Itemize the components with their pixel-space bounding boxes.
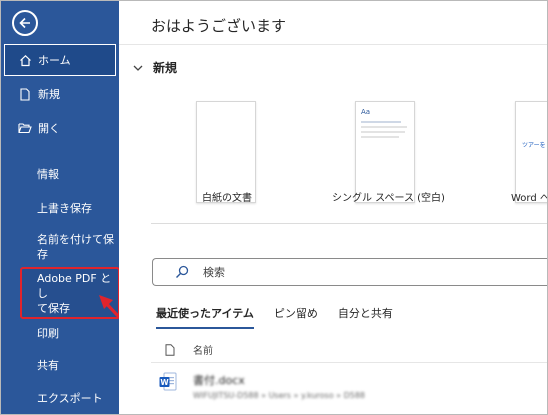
template-thumbnail: ツアーを	[515, 101, 547, 203]
search-icon	[175, 265, 189, 279]
file-tabs: 最近使ったアイテム ピン留め 自分と共有	[156, 305, 413, 329]
sidebar-item-share[interactable]: 共有	[1, 355, 119, 375]
template-word-tour[interactable]: ツアーを	[515, 101, 547, 203]
file-name: 書付.docx	[193, 374, 245, 387]
new-document-icon	[18, 87, 32, 101]
divider	[119, 44, 547, 45]
sidebar-item-label: エクスポート	[37, 392, 103, 405]
sidebar-item-label: ホーム	[38, 54, 71, 67]
tab-pinned[interactable]: ピン留め	[274, 305, 318, 329]
chevron-down-icon	[133, 65, 143, 71]
sidebar-item-info[interactable]: 情報	[1, 164, 119, 184]
sidebar-item-label: 印刷	[37, 327, 59, 340]
home-icon	[18, 53, 32, 67]
sidebar-item-label: 上書き保存	[37, 202, 92, 215]
template-thumbnail: Aa	[355, 101, 415, 203]
back-button[interactable]	[12, 10, 38, 36]
search-box[interactable]	[152, 258, 547, 286]
template-label: 白紙の文書	[202, 193, 252, 204]
file-list-header: 名前	[165, 342, 213, 357]
sidebar-item-save[interactable]: 上書き保存	[1, 198, 119, 218]
arrow-left-icon	[19, 17, 30, 29]
tab-recent[interactable]: 最近使ったアイテム	[156, 305, 254, 329]
backstage-main: おはようございます 新規 白紙の文書 Aa シングル スペース (空白) ツアー…	[119, 1, 548, 414]
divider	[151, 362, 547, 363]
page-title: おはようございます	[151, 17, 287, 35]
template-label: Word へ	[511, 193, 548, 204]
thumb-heading: ツアーを	[522, 142, 546, 149]
file-path: WIFUJITSU-D588 » Users » y.kuroso » D588	[193, 391, 366, 400]
template-thumbnail	[196, 101, 256, 203]
sidebar-item-label: 開く	[38, 122, 60, 135]
new-section-header[interactable]: 新規	[133, 59, 177, 76]
sidebar-item-new[interactable]: 新規	[1, 83, 119, 105]
sidebar-item-label: 新規	[38, 88, 60, 101]
file-info: 書付.docx WIFUJITSU-D588 » Users » y.kuros…	[193, 372, 365, 400]
sidebar-item-save-as[interactable]: 名前を付けて保 存	[1, 232, 119, 262]
sidebar-item-export[interactable]: エクスポート	[1, 388, 119, 408]
template-label: シングル スペース (空白)	[332, 193, 445, 204]
thumb-heading: Aa	[361, 108, 371, 116]
folder-open-icon	[18, 121, 32, 135]
backstage-sidebar: ホーム 新規 開く 情報 上書き保存 名前を付けて保 存 Adobe PDF と…	[1, 1, 134, 414]
section-label: 新規	[153, 61, 178, 75]
sidebar-item-home[interactable]: ホーム	[4, 44, 116, 76]
document-icon	[165, 343, 175, 356]
divider	[151, 223, 547, 224]
template-single-spaced[interactable]: Aa	[355, 101, 415, 203]
sidebar-item-open[interactable]: 開く	[1, 117, 119, 139]
tab-shared-with-me[interactable]: 自分と共有	[338, 305, 393, 329]
sidebar-item-label: 情報	[37, 168, 59, 181]
app-window: ホーム 新規 開く 情報 上書き保存 名前を付けて保 存 Adobe PDF と…	[0, 0, 548, 415]
file-row[interactable]: W 書付.docx WIFUJITSU-D588 » Users » y.kur…	[159, 372, 365, 400]
search-input[interactable]	[203, 265, 503, 279]
sidebar-item-label: 名前を付けて保 存	[37, 233, 114, 261]
template-blank-document[interactable]	[196, 101, 256, 203]
word-document-icon: W	[159, 372, 177, 391]
svg-text:W: W	[160, 378, 169, 387]
sidebar-item-label: 共有	[37, 359, 59, 372]
column-name-label[interactable]: 名前	[193, 342, 213, 357]
